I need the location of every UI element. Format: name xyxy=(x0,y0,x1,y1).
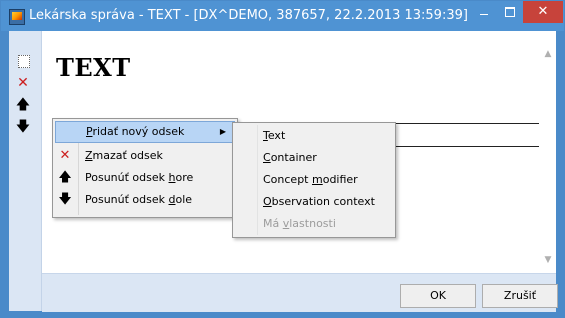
delete-icon: ✕ xyxy=(59,148,71,163)
context-menu: Pridať nový odsek ▶ ✕ Zmazať odsek 🡅 Pos… xyxy=(52,118,238,218)
close-button[interactable]: ✕ xyxy=(523,1,563,23)
scroll-up-icon[interactable]: ▲ xyxy=(543,49,553,59)
submenu-item-container[interactable]: Container xyxy=(235,147,393,169)
menu-item-label: Posunúť odsek dole xyxy=(85,193,193,206)
vertical-scrollbar[interactable]: ▲ ▼ xyxy=(539,31,556,273)
side-toolbar: ✕ 🡅 🡇 xyxy=(9,31,42,311)
menu-item-move-down[interactable]: 🡇 Posunúť odsek dole xyxy=(55,189,235,211)
submenu: Text Container Concept modifier Observat… xyxy=(232,122,396,238)
submenu-item-observation-context[interactable]: Observation context xyxy=(235,191,393,213)
arrow-up-icon[interactable]: 🡅 xyxy=(15,97,31,113)
scroll-down-icon[interactable]: ▼ xyxy=(543,255,553,265)
app-icon xyxy=(9,9,25,25)
maximize-icon xyxy=(505,7,515,17)
cancel-button[interactable]: Zrušiť xyxy=(482,284,558,308)
menu-item-label: Concept modifier xyxy=(263,173,358,186)
title-bar[interactable]: Lekárska správa - TEXT - [DX^DEMO, 38765… xyxy=(1,1,564,31)
menu-item-label: Má vlastnosti xyxy=(263,217,336,230)
menu-item-label: Posunúť odsek hore xyxy=(85,171,194,184)
menu-item-label: Text xyxy=(263,129,286,142)
delete-icon[interactable]: ✕ xyxy=(15,75,31,91)
section-heading: TEXT xyxy=(56,53,131,82)
menu-item-add-section[interactable]: Pridať nový odsek ▶ xyxy=(55,121,235,143)
menu-item-label: Container xyxy=(263,151,317,164)
submenu-arrow-icon: ▶ xyxy=(219,127,226,136)
menu-item-move-up[interactable]: 🡅 Posunúť odsek hore xyxy=(55,167,235,189)
submenu-item-concept-modifier[interactable]: Concept modifier xyxy=(235,169,393,191)
dialog-footer: OK Zrušiť xyxy=(42,273,558,312)
arrow-up-icon: 🡅 xyxy=(58,170,72,185)
window-title: Lekárska správa - TEXT - [DX^DEMO, 38765… xyxy=(29,8,468,23)
menu-item-label: Observation context xyxy=(263,195,375,208)
arrow-down-icon[interactable]: 🡇 xyxy=(15,119,31,135)
close-icon: ✕ xyxy=(537,4,549,19)
arrow-down-icon: 🡇 xyxy=(58,192,72,207)
menu-item-label: Pridať nový odsek xyxy=(86,125,185,138)
menu-item-delete-section[interactable]: ✕ Zmazať odsek xyxy=(55,145,235,167)
minimize-icon xyxy=(480,14,488,15)
menu-item-label: Zmazať odsek xyxy=(85,149,163,162)
minimize-button[interactable] xyxy=(471,1,497,23)
ok-button[interactable]: OK xyxy=(400,284,476,308)
new-section-icon[interactable] xyxy=(15,53,31,69)
submenu-item-properties: Má vlastnosti xyxy=(235,213,393,235)
submenu-item-text[interactable]: Text xyxy=(235,125,393,147)
maximize-button[interactable] xyxy=(497,1,523,23)
